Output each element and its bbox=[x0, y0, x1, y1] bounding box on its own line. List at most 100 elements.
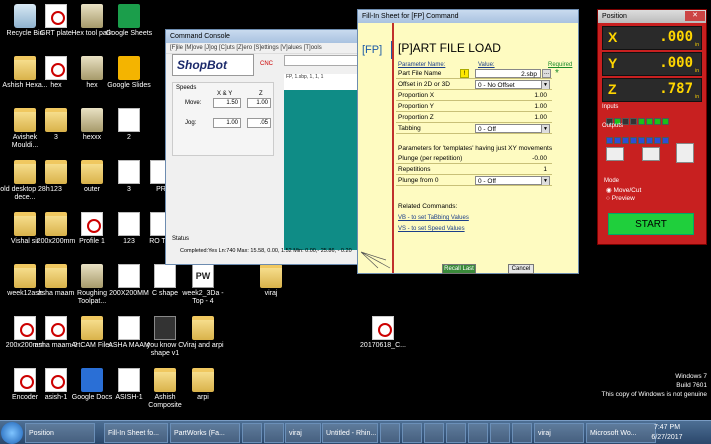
taskbar-button[interactable] bbox=[380, 423, 400, 443]
close-icon[interactable]: ✕ bbox=[685, 11, 705, 21]
mode-preview-radio[interactable]: ○ Preview bbox=[606, 195, 635, 202]
chevron-down-icon[interactable]: ▼ bbox=[541, 177, 549, 185]
taskbar-button[interactable] bbox=[446, 423, 466, 443]
move-z-field[interactable]: 1.00 bbox=[247, 98, 271, 108]
tabbing-select[interactable]: 0 - Off ▼ bbox=[475, 124, 550, 133]
taskbar-button[interactable]: viraj bbox=[534, 423, 584, 443]
status-panel: Status Completed:Yes Ln:740 Max: 15.58, … bbox=[172, 236, 364, 262]
taskbar-button[interactable] bbox=[242, 423, 262, 443]
proportion-x-input[interactable]: 1.00 bbox=[475, 91, 550, 100]
tool-button-3[interactable] bbox=[676, 143, 694, 163]
taskbar-button[interactable]: Position bbox=[25, 423, 95, 443]
jog-xy-field[interactable]: 1.00 bbox=[213, 118, 241, 128]
tool-button-2[interactable] bbox=[642, 147, 660, 161]
fillin-title: Fill-In Sheet for [FP] Command bbox=[362, 13, 459, 20]
console-menubar[interactable]: [F]ile [M]ove [J]og [C]uts [Z]ero [S]ett… bbox=[166, 43, 364, 54]
row-proportion-x: Proportion X 1.00 bbox=[396, 91, 552, 101]
desktop-icon[interactable]: Google Slides bbox=[104, 56, 154, 90]
desktop-icon[interactable]: PW week2_3Da - Top - 4 bbox=[178, 264, 228, 306]
param-label: Proportion Z bbox=[398, 114, 434, 121]
desktop-icon[interactable]: viraj bbox=[246, 264, 296, 298]
recall-last-button[interactable]: Recall Last bbox=[442, 264, 476, 274]
clock[interactable]: 7:47 PM 6/27/2017 bbox=[647, 423, 687, 443]
y-readout: Y .000 in bbox=[602, 52, 702, 76]
z-axis-value: .787 bbox=[659, 81, 693, 97]
desktop-icon[interactable]: Google Sheets bbox=[104, 4, 154, 38]
taskbar-button[interactable]: Untitled - Rhin... bbox=[322, 423, 378, 443]
fillin-sheet-window[interactable]: Fill-In Sheet for [FP] Command [FP] [P]A… bbox=[357, 9, 579, 274]
taskbar-button[interactable] bbox=[468, 423, 488, 443]
tool-button-1[interactable] bbox=[606, 147, 624, 161]
plunge-from-0-select[interactable]: 0 - Off ▼ bbox=[475, 176, 550, 185]
taskbar-button[interactable] bbox=[264, 423, 284, 443]
position-title: Position bbox=[602, 13, 627, 20]
status-label: Status bbox=[172, 236, 190, 242]
folder-icon bbox=[192, 368, 214, 392]
plunge-input[interactable]: -0.00 bbox=[475, 154, 550, 163]
mode-move-cut-radio[interactable]: ◉ Move/Cut bbox=[606, 186, 641, 194]
xy-label: X & Y bbox=[217, 91, 233, 97]
start-button[interactable]: START bbox=[608, 213, 694, 235]
desktop-icon[interactable]: 20170618_C... bbox=[358, 316, 408, 350]
taskbar-button[interactable] bbox=[424, 423, 444, 443]
taskbar-button[interactable] bbox=[490, 423, 510, 443]
param-label: Plunge from 0 bbox=[398, 177, 439, 184]
inputs-indicators bbox=[606, 112, 670, 125]
doc-icon bbox=[154, 264, 176, 288]
value-header: Value: bbox=[478, 62, 495, 68]
position-titlebar[interactable]: Position ✕ bbox=[598, 10, 706, 23]
proportion-z-input[interactable]: 1.00 bbox=[475, 113, 550, 122]
taskbar-button[interactable]: PartWorks (Fa... bbox=[170, 423, 240, 443]
x-unit: in bbox=[695, 42, 699, 48]
param-name-header: Parameter Name: bbox=[398, 62, 446, 68]
blue-icon bbox=[81, 368, 103, 392]
shopbot-logo: ShopBot bbox=[172, 54, 254, 76]
fillin-titlebar[interactable]: Fill-In Sheet for [FP] Command bbox=[358, 10, 578, 23]
start-orb-icon[interactable] bbox=[1, 422, 23, 444]
browse-button[interactable]: ... bbox=[542, 69, 551, 78]
row-offset: Offset in 2D or 3D 0 - No Offset ▼ bbox=[396, 80, 552, 90]
x-axis-value: .000 bbox=[659, 29, 693, 45]
taskbar-button[interactable]: Fill-In Sheet fo... bbox=[104, 423, 168, 443]
command-console-window[interactable]: Command Console [F]ile [M]ove [J]og [C]u… bbox=[165, 29, 365, 265]
desktop-icon[interactable]: 2 bbox=[104, 108, 154, 142]
row-part-file-name: Part File Name ! 2.sbp ... bbox=[396, 69, 552, 79]
jog-z-field[interactable]: .05 bbox=[247, 118, 271, 128]
offset-select[interactable]: 0 - No Offset ▼ bbox=[475, 80, 550, 89]
position-window[interactable]: Position ✕ X .000 in Y .000 in Z .787 in… bbox=[597, 9, 707, 245]
required-header: Required bbox=[548, 62, 573, 68]
vs-link[interactable]: VS - to set Speed Values bbox=[398, 226, 465, 232]
chevron-down-icon[interactable]: ▼ bbox=[541, 81, 549, 89]
taskbar-button[interactable] bbox=[512, 423, 532, 443]
move-xy-field[interactable]: 1.50 bbox=[213, 98, 241, 108]
part-file-input[interactable]: 2.sbp bbox=[475, 69, 541, 78]
app-icon bbox=[81, 108, 103, 132]
z-label: Z bbox=[259, 91, 263, 97]
desktop-icon[interactable]: Viraj and arpi bbox=[178, 316, 228, 350]
y-axis-value: .000 bbox=[659, 55, 693, 71]
pdf-icon bbox=[81, 212, 103, 236]
repetitions-input[interactable]: 1 bbox=[475, 165, 550, 174]
vb-link[interactable]: VB - to set TaBbing Values bbox=[398, 215, 469, 221]
taskbar-button[interactable] bbox=[402, 423, 422, 443]
proportion-y-input[interactable]: 1.00 bbox=[475, 102, 550, 111]
warning-icon: ! bbox=[460, 69, 469, 78]
tabbing-value: 0 - Off bbox=[478, 126, 496, 133]
param-label: Proportion X bbox=[398, 92, 435, 99]
chevron-down-icon[interactable]: ▼ bbox=[541, 125, 549, 133]
taskbar-button[interactable]: viraj bbox=[285, 423, 321, 443]
folder-icon bbox=[45, 160, 67, 184]
row-proportion-z: Proportion Z 1.00 bbox=[396, 113, 552, 123]
desktop-icon-label: arpi bbox=[197, 394, 209, 401]
doc-icon bbox=[118, 264, 140, 288]
pdf-icon bbox=[372, 316, 394, 340]
folder-icon bbox=[260, 264, 282, 288]
taskbar-button[interactable]: Microsoft Wo... bbox=[586, 423, 656, 443]
cancel-button[interactable]: Cancel bbox=[508, 264, 534, 274]
mode-move-label: Move/Cut bbox=[613, 187, 642, 194]
console-title: Command Console bbox=[170, 33, 230, 40]
console-titlebar[interactable]: Command Console bbox=[166, 30, 364, 43]
command-input[interactable] bbox=[284, 55, 364, 66]
desktop-icon[interactable]: arpi bbox=[178, 368, 228, 402]
fillin-sheet: [FP] [P]ART FILE LOAD Parameter Name: Va… bbox=[358, 23, 578, 274]
